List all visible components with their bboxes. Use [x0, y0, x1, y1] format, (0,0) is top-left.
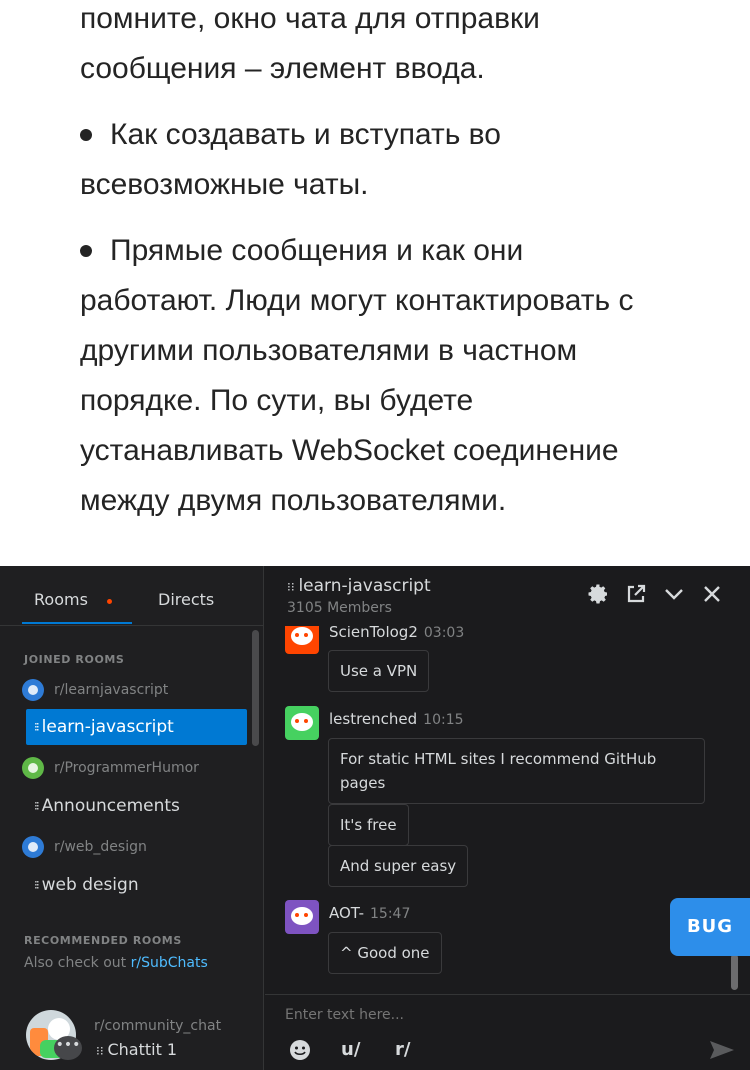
article-line: устанавливать WebSocket соединение	[80, 434, 619, 467]
community-name: r/learnjavascript	[54, 682, 169, 698]
current-room-card[interactable]: ••• r/community_chat ⁝⁝ Chattit 1	[0, 1006, 264, 1070]
current-room-name: ⁝⁝ Chattit 1	[96, 1040, 177, 1059]
recommended-text: Also check out r/SubChats	[24, 955, 208, 971]
community-icon	[22, 679, 44, 701]
message-input[interactable]	[285, 1007, 725, 1023]
room-group-icon: ⁝⁝	[96, 1044, 108, 1058]
recommended-rooms-heading: RECOMMENDED ROOMS	[24, 934, 182, 947]
mention-subreddit-button[interactable]: r/	[395, 1039, 410, 1060]
article-line: порядке. По сути, вы будете	[80, 384, 474, 417]
message-bubble: For static HTML sites I recommend GitHub…	[328, 738, 705, 804]
community-icon	[22, 836, 44, 858]
chat-sidebar: Rooms Directs JOINED ROOMS r/learnjavasc…	[0, 566, 264, 1070]
active-tab-indicator	[22, 622, 132, 624]
current-room-label: Chattit 1	[107, 1040, 178, 1059]
author-name: lestrenched	[329, 710, 418, 728]
article-line: Как создавать и вступать во	[110, 118, 501, 151]
message-time: 10:15	[423, 712, 464, 728]
chat-header: ⁝⁝ learn-javascript 3105 Members	[265, 566, 750, 626]
room-group-icon: ⁝⁝	[34, 878, 39, 892]
avatar[interactable]	[285, 900, 319, 934]
author-name: AOT-	[329, 904, 365, 922]
tab-rooms[interactable]: Rooms	[34, 590, 88, 609]
message-author[interactable]: lestrenched 10:15	[329, 710, 464, 728]
bug-report-button[interactable]: BUG	[670, 898, 750, 956]
gear-icon[interactable]	[586, 582, 610, 606]
message-author[interactable]: ScienTolog2 03:03	[329, 626, 464, 641]
joined-rooms-heading: JOINED ROOMS	[24, 653, 125, 666]
member-count: 3105 Members	[287, 600, 392, 616]
community-name: r/ProgrammerHumor	[54, 760, 199, 776]
article-text: помните, окно чата для отправки сообщени…	[0, 0, 750, 566]
community-programmerhumor[interactable]: r/ProgrammerHumor	[22, 756, 199, 780]
tab-directs[interactable]: Directs	[158, 590, 214, 609]
chat-main: ⁝⁝ learn-javascript 3105 Members ScienTo…	[265, 566, 750, 1070]
bullet-icon	[80, 245, 92, 257]
recommended-link[interactable]: r/SubChats	[131, 955, 208, 971]
community-web-design[interactable]: r/web_design	[22, 835, 147, 859]
close-icon[interactable]	[700, 582, 724, 606]
article-line: сообщения – элемент ввода.	[80, 52, 485, 85]
recommended-prefix: Also check out	[24, 955, 127, 971]
unread-dot-icon	[107, 599, 112, 604]
article-line: работают. Люди могут контактировать с	[80, 284, 634, 317]
room-label: learn-javascript	[41, 717, 174, 737]
article-line: другими пользователями в частном	[80, 334, 578, 367]
article-line: между двумя пользователями.	[80, 484, 507, 517]
community-name: r/web_design	[54, 839, 147, 855]
community-icon	[22, 757, 44, 779]
message-scrollbar[interactable]	[731, 954, 738, 990]
message-bubble: And super easy	[328, 845, 469, 887]
chevron-down-icon[interactable]	[662, 582, 686, 606]
room-announcements[interactable]: ⁝⁝ Announcements	[26, 788, 247, 824]
room-learn-javascript[interactable]: ⁝⁝ learn-javascript	[26, 709, 247, 745]
article-line: Прямые сообщения и как они	[110, 234, 524, 267]
article-line: всевозможные чаты.	[80, 168, 369, 201]
room-group-icon: ⁝⁝	[287, 580, 299, 594]
message-composer: u/ r/	[265, 994, 750, 1070]
header-actions	[586, 582, 724, 606]
author-name: ScienTolog2	[329, 626, 418, 641]
community-learnjavascript[interactable]: r/learnjavascript	[22, 678, 168, 702]
article-line: помните, окно чата для отправки	[80, 2, 540, 35]
sidebar-scrollbar[interactable]	[252, 630, 259, 746]
room-title: ⁝⁝ learn-javascript	[287, 576, 431, 596]
room-web-design[interactable]: ⁝⁝ web design	[26, 867, 247, 903]
message-bubble: ^ Good one	[328, 932, 442, 974]
message-time: 15:47	[370, 906, 411, 922]
room-label: Announcements	[41, 796, 180, 816]
message-time: 03:03	[423, 626, 465, 641]
current-subreddit: r/community_chat	[94, 1018, 222, 1034]
room-title-text: learn-javascript	[298, 576, 431, 596]
emoji-icon[interactable]	[289, 1039, 311, 1061]
message-bubble: Use a VPN	[328, 650, 430, 692]
chat-bubble-icon: •••	[54, 1036, 82, 1060]
avatar[interactable]	[285, 706, 319, 740]
mention-user-button[interactable]: u/	[341, 1039, 360, 1060]
chat-widget: Rooms Directs JOINED ROOMS r/learnjavasc…	[0, 566, 750, 1070]
sidebar-tabs: Rooms Directs	[0, 566, 264, 626]
avatar[interactable]	[285, 626, 319, 654]
bullet-icon	[80, 129, 92, 141]
send-icon[interactable]	[708, 1039, 736, 1061]
room-group-icon: ⁝⁝	[34, 799, 39, 813]
popout-icon[interactable]	[624, 582, 648, 606]
room-group-icon: ⁝⁝	[34, 720, 39, 734]
message-author[interactable]: AOT- 15:47	[329, 904, 410, 922]
room-label: web design	[41, 875, 139, 895]
message-bubble: It's free	[328, 804, 409, 846]
